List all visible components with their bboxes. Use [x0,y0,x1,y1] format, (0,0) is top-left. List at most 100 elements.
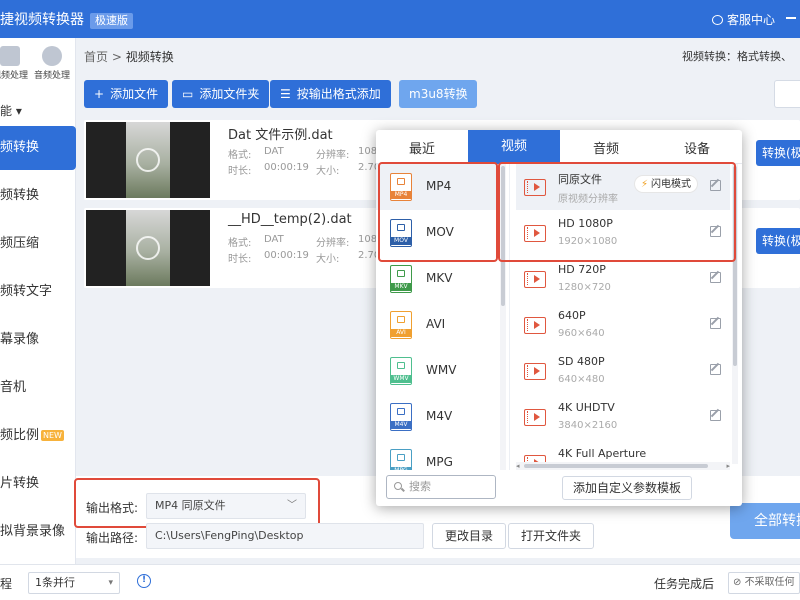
edition-badge: 极速版 [90,13,133,29]
left-nav: 视频处理 音频处理 能 ▾ 频转换 频转换 频压缩 频转文字 幕录像 音机 频比… [0,38,76,600]
format-tabs: 最近 视频 音频 设备 [376,130,742,164]
minimize-icon[interactable] [786,17,796,19]
convert-button[interactable]: 转换(极 [756,228,800,254]
nav-video-convert-2[interactable]: 频转换 [0,174,76,218]
parallel-select[interactable]: 1条并行 ▾ [28,572,120,594]
mkv-file-icon: MKV [390,265,412,293]
avi-file-icon: AVI [390,311,412,339]
nav-recorder[interactable]: 音机 [0,366,76,410]
resolution-label: 分辨率: [316,238,350,249]
add-custom-template-button[interactable]: 添加自定义参数模板 [562,476,693,500]
m4v-file-icon: M4V [390,403,412,431]
format-item-mkv[interactable]: MKV MKV [376,256,500,302]
format-label: 格式: [228,238,252,249]
video-process-tool[interactable]: 视频处理 [0,46,28,81]
chat-icon [711,15,723,25]
format-item-mpg[interactable]: MPG MPG [376,440,500,470]
video-thumbnail [86,122,210,198]
nav-more[interactable]: 能 ▾ [0,102,22,119]
edit-icon[interactable] [710,272,721,283]
format-value: DAT [264,146,284,157]
resolution-item-4k-full-aperture[interactable]: 4K Full Aperture [516,440,730,464]
highlight-box-resolutions [498,162,736,262]
chevron-down-icon: ▾ [108,578,113,588]
wmv-file-icon: WMV [390,357,412,385]
tab-video[interactable]: 视频 [468,130,560,164]
resolution-list-hscrollbar[interactable]: ◂ ▸ [516,462,730,470]
resolution-item-4k-uhdtv[interactable]: 4K UHDTV 3840×2160 [516,394,730,440]
change-directory-button[interactable]: 更改目录 [432,523,507,549]
duration-value: 00:00:19 [264,162,309,173]
tab-recent[interactable]: 最近 [376,130,468,164]
output-path-field[interactable]: C:\Users\FengPing\Desktop [146,523,424,549]
play-icon[interactable] [136,148,160,172]
m3u8-convert-button[interactable]: m3u8转换 [399,80,477,108]
nav-image-convert[interactable]: 片转换 [0,462,76,506]
video-icon [0,46,20,66]
edit-icon[interactable] [710,410,721,421]
status-bar: 程 1条并行 ▾ ! 任务完成后 ⊘ 不采取任何 [0,564,800,600]
duration-label: 时长: [228,166,252,177]
file-name: __HD__temp(2).dat [228,212,352,227]
format-item-m4v[interactable]: M4V M4V [376,394,500,440]
video-film-icon [524,409,546,426]
breadcrumb: 首页 > 视频转换 [84,50,174,64]
convert-all-button[interactable]: 全部转换 [730,503,800,539]
convert-button[interactable]: 转换(极 [756,140,800,166]
resolution-item-480p[interactable]: SD 480P 640×480 [516,348,730,394]
play-icon[interactable] [136,236,160,260]
nav-virtual-bg-record[interactable]: 拟背景录像 [0,510,76,554]
nav-screen-record[interactable]: 幕录像 [0,318,76,362]
service-center-button[interactable]: 客服中心 [711,11,775,28]
resolution-value: 108 [358,234,378,245]
format-item-avi[interactable]: AVI AVI [376,302,500,348]
format-label: 格式: [228,150,252,161]
app-title: 捷视频转换器 极速版 [0,9,133,29]
add-file-button[interactable]: + 添加文件 [84,80,169,108]
tab-audio[interactable]: 音频 [560,130,652,164]
video-film-icon [524,363,546,380]
tab-device[interactable]: 设备 [652,130,742,164]
duration-value: 00:00:19 [264,250,309,261]
mpg-file-icon: MPG [390,449,412,470]
search-icon [394,482,402,490]
add-folder-button[interactable]: ▭ 添加文件夹 [172,80,270,108]
format-search-input[interactable]: 搜索 [386,475,496,499]
nav-video-to-text[interactable]: 频转文字 [0,270,76,314]
clear-list-button[interactable] [774,80,800,108]
format-value: DAT [264,234,284,245]
file-name: Dat 文件示例.dat [228,128,333,143]
resolution-value: 108 [358,146,378,157]
breadcrumb-current: 视频转换 [125,50,174,64]
video-film-icon [524,317,546,334]
audio-process-tool[interactable]: 音频处理 [34,46,70,81]
nav-video-compress[interactable]: 频压缩 [0,222,76,266]
top-tools: 视频处理 音频处理 [0,46,76,86]
highlight-box-formats [378,162,498,262]
status-left-text: 程 [0,577,13,591]
add-by-format-button[interactable]: ☰ 按输出格式添加 [270,80,391,108]
edit-icon[interactable] [710,318,721,329]
duration-label: 时长: [228,254,252,265]
nav-video-convert[interactable]: 频转换 [0,126,76,170]
edit-icon[interactable] [710,364,721,375]
format-item-wmv[interactable]: WMV WMV [376,348,500,394]
highlight-box-output-format [74,478,320,528]
new-badge: NEW [41,430,64,441]
audio-icon [42,46,62,66]
title-bar: 捷视频转换器 极速版 客服中心 [0,0,800,38]
size-label: 大小: [316,166,340,177]
output-path-label: 输出路径: [86,531,139,545]
header-hint: 视频转换：格式转换、 [682,50,792,63]
resolution-item-640p[interactable]: 640P 960×640 [516,302,730,348]
resolution-label: 分辨率: [316,150,350,161]
open-folder-button[interactable]: 打开文件夹 [508,523,595,549]
breadcrumb-home[interactable]: 首页 [84,50,108,64]
after-done-select[interactable]: ⊘ 不采取任何 [728,572,800,594]
video-thumbnail [86,210,210,286]
resolution-item-720p[interactable]: HD 720P 1280×720 [516,256,730,302]
info-icon[interactable]: ! [137,574,151,588]
size-label: 大小: [316,254,340,265]
after-done-label: 任务完成后 [654,577,715,591]
nav-video-ratio[interactable]: 频比例 NEW [0,414,76,458]
